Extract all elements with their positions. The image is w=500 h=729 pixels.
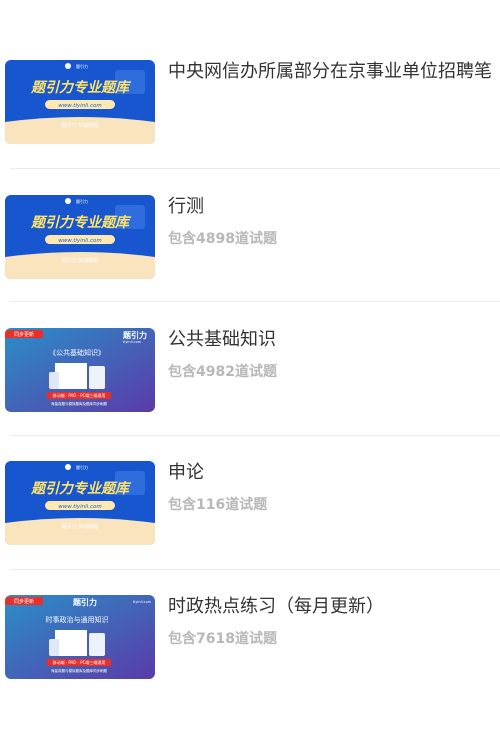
thumbnail-image[interactable]: 题引力 题引力专业题库 www.tiyinli.com 题引力 快速刷题: [5, 195, 155, 279]
item-question-count: 包含7618道试题: [168, 631, 277, 647]
thumb-url: www.tiyinli.com: [58, 103, 101, 109]
thumb-headline: 时事政治与通用知识: [46, 615, 109, 624]
thumb-subbanner: 海量真题与模拟题库及题库同步刷题: [51, 401, 107, 406]
list-item[interactable]: 题引力 题引力专业题库 www.tiyinli.com 题引力 快速刷题 行测 …: [0, 195, 500, 329]
device-pad-icon: [89, 633, 105, 656]
thumb-url: www.tiyinli.com: [58, 238, 101, 244]
promo-banner-blue: 题引力 题引力专业题库 www.tiyinli.com 题引力 快速刷题: [5, 195, 155, 279]
device-mobile-icon: [49, 639, 59, 656]
thumbnail-image[interactable]: 同步更新 题引力 tiyinli.com 《公共基础知识》 移动端 · PAD …: [5, 328, 155, 412]
thumbnail-image[interactable]: 同步更新 题引力 tiyinli.com 时事政治与通用知识 移动端 · PAD…: [5, 595, 155, 679]
item-question-count: 包含4982道试题: [168, 364, 277, 380]
thumb-badge: 同步更新: [14, 331, 34, 338]
item-title: 申论: [168, 462, 204, 483]
promo-banner-gradient: 同步更新 题引力 tiyinli.com 《公共基础知识》 移动端 · PAD …: [5, 328, 155, 412]
list-item[interactable]: 同步更新 题引力 tiyinli.com 时事政治与通用知识 移动端 · PAD…: [0, 595, 500, 729]
thumb-footer: 题引力 快速刷题: [62, 122, 99, 129]
item-title: 时政热点练习（每月更新）: [168, 596, 384, 617]
thumb-brand: 题引力: [122, 330, 147, 340]
item-title: 中央网信办所属部分在京事业单位招聘笔: [168, 61, 492, 82]
thumb-logo-text: 题引力: [76, 198, 88, 204]
thumb-brand: 题引力: [72, 597, 97, 607]
logo-icon: [65, 63, 71, 69]
device-pc-icon: [55, 363, 87, 389]
thumb-site: tiyinli.com: [123, 340, 142, 344]
item-title: 行测: [168, 196, 204, 217]
question-bank-list: 题引力 题引力专业题库 www.tiyinli.com 题引力 快速刷题 中央网…: [0, 0, 500, 711]
item-question-count: 包含4898道试题: [168, 231, 277, 247]
promo-banner-gradient: 同步更新 题引力 tiyinli.com 时事政治与通用知识 移动端 · PAD…: [5, 595, 155, 679]
divider: [10, 569, 500, 570]
thumbnail-image[interactable]: 题引力 题引力专业题库 www.tiyinli.com 题引力 快速刷题: [5, 461, 155, 545]
thumb-badge: 同步更新: [14, 598, 34, 605]
thumb-site: tiyinli.com: [133, 600, 152, 604]
divider: [10, 168, 500, 169]
thumb-subbanner: 海量真题与模拟题库及题库同步刷题: [51, 668, 107, 673]
device-pad-icon: [89, 366, 105, 389]
thumb-banner: 移动端 · PAD · PC端三端通用: [53, 659, 106, 665]
logo-icon: [65, 198, 71, 204]
item-title: 公共基础知识: [168, 329, 276, 350]
thumb-headline: 《公共基础知识》: [49, 348, 105, 357]
divider: [10, 435, 500, 436]
promo-banner-blue: 题引力 题引力专业题库 www.tiyinli.com 题引力 快速刷题: [5, 461, 155, 545]
thumb-footer: 题引力 快速刷题: [62, 523, 99, 530]
thumb-headline: 题引力专业题库: [30, 214, 132, 231]
thumb-url: www.tiyinli.com: [58, 504, 101, 510]
list-item[interactable]: 题引力 题引力专业题库 www.tiyinli.com 题引力 快速刷题 申论 …: [0, 461, 500, 595]
device-mobile-icon: [49, 372, 59, 389]
thumb-headline: 题引力专业题库: [30, 79, 132, 96]
device-pc-icon: [55, 630, 87, 656]
list-item[interactable]: 同步更新 题引力 tiyinli.com 《公共基础知识》 移动端 · PAD …: [0, 328, 500, 462]
thumb-logo-text: 题引力: [76, 464, 88, 470]
item-question-count: 包含116道试题: [168, 497, 268, 513]
thumb-banner: 移动端 · PAD · PC端三端通用: [53, 392, 106, 398]
thumb-headline: 题引力专业题库: [30, 480, 132, 497]
logo-icon: [65, 464, 71, 470]
thumbnail-image[interactable]: 题引力 题引力专业题库 www.tiyinli.com 题引力 快速刷题: [5, 60, 155, 144]
list-item[interactable]: 题引力 题引力专业题库 www.tiyinli.com 题引力 快速刷题 中央网…: [0, 60, 500, 194]
thumb-footer: 题引力 快速刷题: [62, 257, 99, 264]
divider: [10, 301, 500, 302]
promo-banner-blue: 题引力 题引力专业题库 www.tiyinli.com 题引力 快速刷题: [5, 60, 155, 144]
thumb-logo-text: 题引力: [76, 63, 88, 69]
